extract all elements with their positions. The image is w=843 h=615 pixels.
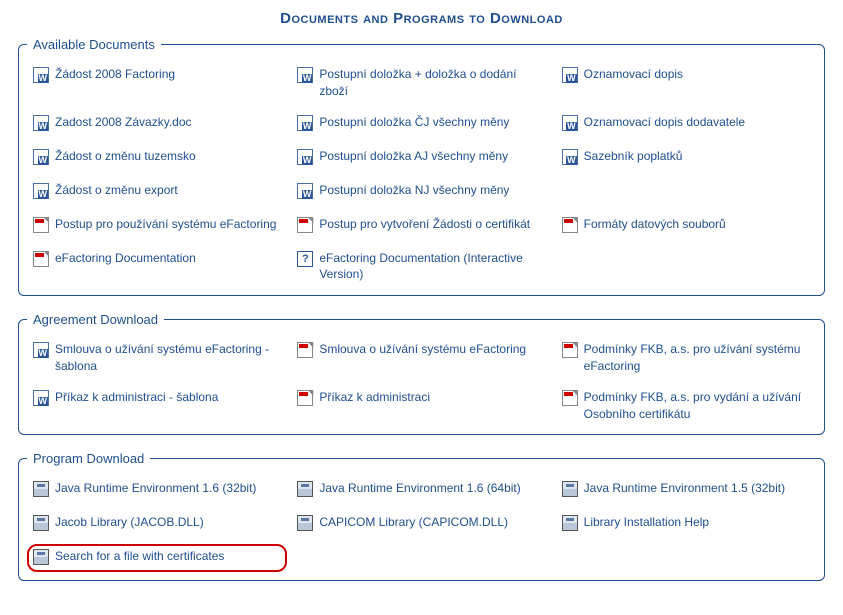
pdf-icon bbox=[297, 342, 313, 358]
download-link[interactable]: Java Runtime Environment 1.6 (32bit) bbox=[55, 480, 256, 497]
download-link[interactable]: Žádost o změnu tuzemsko bbox=[55, 148, 196, 165]
word-doc-icon bbox=[33, 390, 49, 406]
program-download-legend: Program Download bbox=[27, 451, 150, 466]
download-link[interactable]: Postupní doložka ČJ všechny měny bbox=[319, 114, 509, 131]
download-item: Java Runtime Environment 1.6 (64bit) bbox=[291, 476, 551, 504]
available-documents-legend: Available Documents bbox=[27, 37, 161, 52]
download-item: Oznamovací dopis dodavatele bbox=[556, 110, 816, 138]
download-item: Příkaz k administraci - šablona bbox=[27, 385, 287, 427]
download-link[interactable]: Příkaz k administraci bbox=[319, 389, 430, 406]
download-link[interactable]: Podmínky FKB, a.s. pro vydání a užívání … bbox=[584, 389, 810, 423]
download-item: CAPICOM Library (CAPICOM.DLL) bbox=[291, 510, 551, 538]
download-link[interactable]: eFactoring Documentation (Interactive Ve… bbox=[319, 250, 545, 284]
archive-icon bbox=[297, 515, 313, 531]
download-link[interactable]: Java Runtime Environment 1.6 (64bit) bbox=[319, 480, 520, 497]
word-doc-icon bbox=[562, 67, 578, 83]
archive-icon bbox=[33, 481, 49, 497]
download-item: Jacob Library (JACOB.DLL) bbox=[27, 510, 287, 538]
download-link[interactable]: Postupní doložka AJ všechny měny bbox=[319, 148, 508, 165]
download-item: Podmínky FKB, a.s. pro užívání systému e… bbox=[556, 337, 816, 379]
download-item: Postupní doložka + doložka o dodání zbož… bbox=[291, 62, 551, 104]
word-doc-icon bbox=[33, 342, 49, 358]
download-link[interactable]: Jacob Library (JACOB.DLL) bbox=[55, 514, 204, 531]
download-item: Java Runtime Environment 1.5 (32bit) bbox=[556, 476, 816, 504]
pdf-icon bbox=[562, 342, 578, 358]
download-item: eFactoring Documentation bbox=[27, 246, 287, 288]
download-item: Smlouva o užívání systému eFactoring bbox=[291, 337, 551, 379]
agreement-download-grid: Smlouva o užívání systému eFactoring - š… bbox=[27, 337, 816, 426]
pdf-icon bbox=[297, 390, 313, 406]
download-link[interactable]: Postup pro používání systému eFactoring bbox=[55, 216, 276, 233]
download-link[interactable]: Sazebník poplatků bbox=[584, 148, 683, 165]
word-doc-icon bbox=[33, 183, 49, 199]
word-doc-icon bbox=[297, 183, 313, 199]
available-documents-section: Available Documents Žádost 2008 Factorin… bbox=[18, 37, 825, 296]
agreement-download-legend: Agreement Download bbox=[27, 312, 164, 327]
word-doc-icon bbox=[33, 149, 49, 165]
download-link[interactable]: Smlouva o užívání systému eFactoring - š… bbox=[55, 341, 281, 375]
pdf-icon bbox=[562, 217, 578, 233]
download-link[interactable]: Oznamovací dopis dodavatele bbox=[584, 114, 745, 131]
available-documents-grid: Žádost 2008 Factoring Postupní doložka + … bbox=[27, 62, 816, 287]
download-item: Postupní doložka NJ všechny měny bbox=[291, 178, 551, 206]
program-download-grid: Java Runtime Environment 1.6 (32bit) Java… bbox=[27, 476, 816, 572]
download-item: Příkaz k administraci bbox=[291, 385, 551, 427]
word-doc-icon bbox=[297, 115, 313, 131]
download-item: Library Installation Help bbox=[556, 510, 816, 538]
download-link[interactable]: Library Installation Help bbox=[584, 514, 709, 531]
download-link[interactable]: Postupní doložka NJ všechny měny bbox=[319, 182, 509, 199]
download-item: Formáty datových souborů bbox=[556, 212, 816, 240]
archive-icon bbox=[297, 481, 313, 497]
download-item: Žádost o změnu export bbox=[27, 178, 287, 206]
pdf-icon bbox=[297, 217, 313, 233]
download-link[interactable]: eFactoring Documentation bbox=[55, 250, 196, 267]
download-link[interactable]: Postupní doložka + doložka o dodání zbož… bbox=[319, 66, 545, 100]
download-item: Postup pro vytvoření Žádosti o certifiká… bbox=[291, 212, 551, 240]
word-doc-icon bbox=[297, 149, 313, 165]
download-link[interactable]: Formáty datových souborů bbox=[584, 216, 726, 233]
program-download-section: Program Download Java Runtime Environmen… bbox=[18, 451, 825, 581]
archive-icon bbox=[562, 481, 578, 497]
download-item: Sazebník poplatků bbox=[556, 144, 816, 172]
download-item: Smlouva o užívání systému eFactoring - š… bbox=[27, 337, 287, 379]
archive-icon bbox=[33, 515, 49, 531]
help-icon: ? bbox=[297, 251, 313, 267]
download-link[interactable]: Search for a file with certificates bbox=[55, 548, 224, 565]
word-doc-icon bbox=[33, 115, 49, 131]
download-link[interactable]: CAPICOM Library (CAPICOM.DLL) bbox=[319, 514, 508, 531]
download-item: Žádost o změnu tuzemsko bbox=[27, 144, 287, 172]
download-item: Search for a file with certificates bbox=[27, 544, 287, 572]
download-link[interactable]: Žádost o změnu export bbox=[55, 182, 178, 199]
word-doc-icon bbox=[562, 149, 578, 165]
download-item: Zadost 2008 Závazky.doc bbox=[27, 110, 287, 138]
word-doc-icon bbox=[33, 67, 49, 83]
agreement-download-section: Agreement Download Smlouva o užívání sys… bbox=[18, 312, 825, 435]
download-item: ? eFactoring Documentation (Interactive V… bbox=[291, 246, 551, 288]
archive-icon bbox=[33, 549, 49, 565]
archive-icon bbox=[562, 515, 578, 531]
download-item: Podmínky FKB, a.s. pro vydání a užívání … bbox=[556, 385, 816, 427]
download-link[interactable]: Smlouva o užívání systému eFactoring bbox=[319, 341, 526, 358]
download-link[interactable]: Příkaz k administraci - šablona bbox=[55, 389, 218, 406]
download-link[interactable]: Podmínky FKB, a.s. pro užívání systému e… bbox=[584, 341, 810, 375]
download-link[interactable]: Postup pro vytvoření Žádosti o certifiká… bbox=[319, 216, 530, 233]
page-title: Documents and Programs to Download bbox=[18, 10, 825, 27]
download-link[interactable]: Žádost 2008 Factoring bbox=[55, 66, 175, 83]
pdf-icon bbox=[33, 251, 49, 267]
download-link[interactable]: Java Runtime Environment 1.5 (32bit) bbox=[584, 480, 785, 497]
download-link[interactable]: Zadost 2008 Závazky.doc bbox=[55, 114, 192, 131]
download-item: Postup pro používání systému eFactoring bbox=[27, 212, 287, 240]
word-doc-icon bbox=[562, 115, 578, 131]
pdf-icon bbox=[33, 217, 49, 233]
download-item: Oznamovací dopis bbox=[556, 62, 816, 104]
pdf-icon bbox=[562, 390, 578, 406]
download-link[interactable]: Oznamovací dopis bbox=[584, 66, 683, 83]
download-item: Žádost 2008 Factoring bbox=[27, 62, 287, 104]
download-item: Postupní doložka ČJ všechny měny bbox=[291, 110, 551, 138]
download-item: Postupní doložka AJ všechny měny bbox=[291, 144, 551, 172]
download-item: Java Runtime Environment 1.6 (32bit) bbox=[27, 476, 287, 504]
word-doc-icon bbox=[297, 67, 313, 83]
